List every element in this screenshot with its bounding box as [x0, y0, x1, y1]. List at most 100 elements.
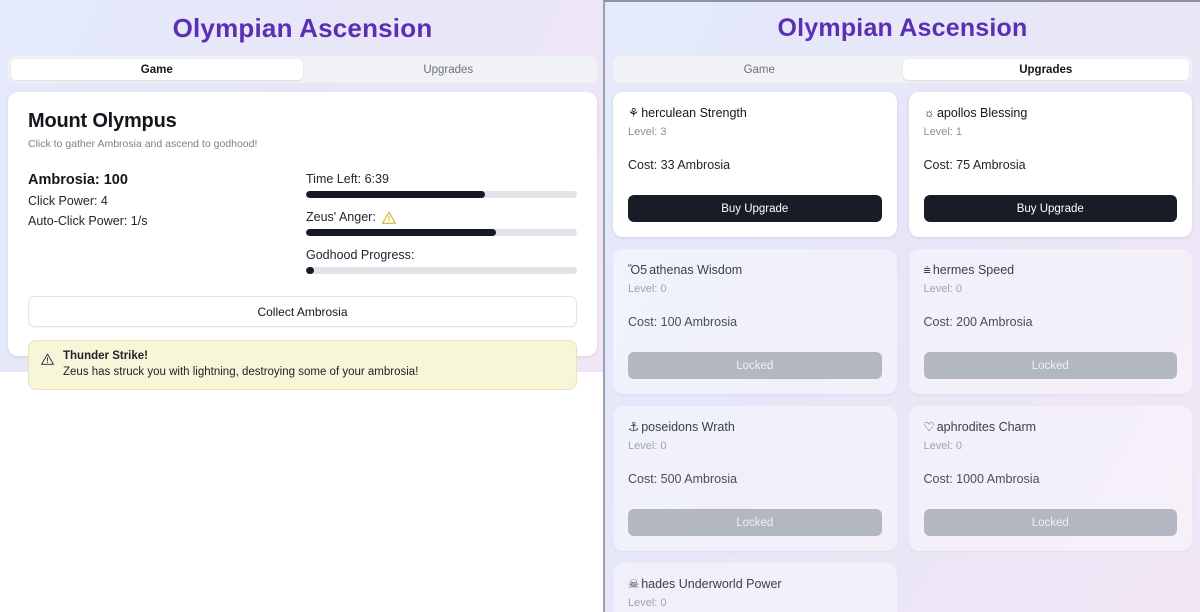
- click-power-stat: Click Power: 4: [28, 194, 108, 208]
- upgrade-name-row: ⚘ herculean Strength: [628, 106, 882, 120]
- upgrade-cost: Cost: 33 Ambrosia: [628, 158, 731, 172]
- upgrade-card: ⩧ hermes Speed Level: 0 Cost: 200 Ambrosia L…: [908, 249, 1192, 394]
- upgrade-name-label: apollos Blessing: [936, 106, 1028, 120]
- collect-ambrosia-label: Collect Ambrosia: [257, 304, 348, 319]
- right-pane-top-border: [605, 0, 1200, 2]
- buy-upgrade-button[interactable]: Buy Upgrade: [923, 195, 1177, 222]
- ambrosia-stat: Ambrosia: 100: [28, 172, 128, 188]
- upgrade-name-label: hades Underworld Power: [641, 577, 782, 591]
- upgrade-level: Level: 0: [923, 283, 963, 295]
- upgrade-name-row: ☼ apollos Blessing: [924, 106, 1178, 120]
- book-icon: Ὅ5: [628, 262, 648, 277]
- right-tab-bar: Game Upgrades: [613, 56, 1192, 83]
- tab-game[interactable]: Game: [11, 59, 303, 80]
- upgrade-name-row: ⚓ poseidons Wrath: [628, 420, 882, 434]
- upgrade-cost: Cost: 100 Ambrosia: [628, 315, 738, 329]
- left-viewport: Olympian Ascension Game Upgrades Mount O…: [0, 0, 605, 612]
- meter-zeus-anger-label: Zeus' Anger:: [306, 210, 577, 224]
- page-title: Olympian Ascension: [172, 13, 433, 43]
- trophy-icon: ⚘: [628, 105, 640, 120]
- upgrade-card: Ὅ5 athenas Wisdom Level: 0 Cost: 100 Ambros…: [613, 249, 897, 394]
- upgrade-level: Level: 0: [923, 440, 963, 452]
- meter-godhood-progress-bar: [306, 267, 577, 274]
- meter-zeus-anger-text: Zeus' Anger:: [306, 210, 376, 224]
- skull-icon: ☠: [628, 576, 640, 591]
- meter-zeus-anger: Zeus' Anger:: [306, 210, 577, 236]
- upgrade-level: Level: 0: [628, 440, 667, 452]
- alert-body: Zeus has struck you with lightning, dest…: [63, 366, 419, 378]
- upgrade-cost: Cost: 500 Ambrosia: [628, 472, 738, 486]
- meter-zeus-anger-bar: [306, 229, 577, 236]
- warning-triangle-icon: [381, 211, 396, 224]
- sun-icon: ☼: [923, 105, 935, 120]
- alert-title: Thunder Strike!: [63, 350, 148, 362]
- alert-text-group: Thunder Strike! Zeus has struck you with…: [63, 350, 418, 378]
- left-tab-bar: Game Upgrades: [8, 56, 597, 83]
- upgrade-card: ⚘ herculean Strength Level: 3 Cost: 33 Ambr…: [613, 92, 897, 237]
- upgrade-locked-button: Locked: [628, 509, 882, 536]
- auto-click-power-stat: Auto-Click Power: 1/s: [28, 214, 148, 228]
- upgrade-button-label: Buy Upgrade: [1016, 202, 1084, 215]
- tab-game-label: Game: [140, 63, 173, 76]
- stats-column: Ambrosia: 100 Click Power: 4 Auto-Click …: [28, 172, 306, 274]
- meter-time-left-label: Time Left: 6:39: [306, 172, 389, 186]
- meter-time-left-bar: [306, 191, 577, 198]
- right-viewport: Olympian Ascension Game Upgrades ⚘ hercul…: [605, 0, 1200, 612]
- upgrade-name-row: Ὅ5 athenas Wisdom: [628, 263, 882, 277]
- card-subtitle: Click to gather Ambrosia and ascend to g…: [28, 138, 258, 150]
- tab-game-right[interactable]: Game: [616, 59, 903, 80]
- upgrade-name-row: ♡ aphrodites Charm: [924, 420, 1178, 434]
- warning-triangle-icon: [41, 350, 54, 378]
- heart-icon: ♡: [923, 419, 935, 434]
- tab-upgrades-right-label: Upgrades: [1019, 63, 1073, 76]
- upgrades-grid: ⚘ herculean Strength Level: 3 Cost: 33 Ambr…: [613, 92, 1192, 612]
- meter-godhood-progress: Godhood Progress:: [306, 248, 577, 274]
- upgrade-cost: Cost: 200 Ambrosia: [923, 315, 1033, 329]
- tab-upgrades-right[interactable]: Upgrades: [902, 59, 1189, 80]
- upgrade-cost: Cost: 1000 Ambrosia: [923, 472, 1040, 486]
- anchor-icon: ⚓: [628, 419, 640, 434]
- upgrade-level: Level: 0: [628, 597, 667, 609]
- upgrade-card: ☼ apollos Blessing Level: 1 Cost: 75 Ambros…: [908, 92, 1192, 237]
- upgrade-locked-button: Locked: [628, 352, 882, 379]
- meter-godhood-progress-label: Godhood Progress:: [306, 248, 415, 262]
- upgrade-card: ⚓ poseidons Wrath Level: 0 Cost: 500 Ambros…: [613, 406, 897, 551]
- upgrade-name-label: herculean Strength: [641, 106, 747, 120]
- left-app-background: Olympian Ascension Game Upgrades Mount O…: [0, 0, 605, 390]
- upgrade-button-label: Locked: [1031, 359, 1069, 372]
- upgrade-button-label: Locked: [736, 359, 774, 372]
- wind-icon: ⩧: [923, 262, 931, 277]
- upgrade-name-label: poseidons Wrath: [641, 420, 735, 434]
- upgrade-locked-button: Locked: [923, 352, 1177, 379]
- upgrade-card: ♡ aphrodites Charm Level: 0 Cost: 1000 Ambr…: [908, 406, 1192, 551]
- page-title-right: Olympian Ascension: [777, 14, 1028, 42]
- upgrade-name-label: aphrodites Charm: [936, 420, 1037, 434]
- pane-divider: [603, 0, 605, 612]
- meters-column: Time Left: 6:39 Zeus' Anger: Godhood Pro…: [306, 172, 577, 274]
- upgrade-level: Level: 1: [923, 126, 963, 138]
- upgrade-name-label: hermes Speed: [932, 263, 1015, 277]
- tab-upgrades[interactable]: Upgrades: [303, 59, 595, 80]
- upgrade-name-row: ☠ hades Underworld Power: [628, 577, 882, 591]
- upgrade-name-row: ⩧ hermes Speed: [924, 263, 1178, 277]
- card-title: Mount Olympus: [28, 110, 177, 132]
- upgrade-button-label: Locked: [1031, 516, 1069, 529]
- stats-row: Ambrosia: 100 Click Power: 4 Auto-Click …: [28, 172, 577, 274]
- game-card: Mount Olympus Click to gather Ambrosia a…: [8, 92, 597, 390]
- upgrade-level: Level: 0: [628, 283, 667, 295]
- tab-upgrades-label: Upgrades: [423, 63, 474, 76]
- collect-ambrosia-button[interactable]: Collect Ambrosia: [28, 296, 577, 327]
- thunder-strike-alert: Thunder Strike! Zeus has struck you with…: [28, 340, 577, 390]
- upgrade-name-label: athenas Wisdom: [649, 263, 743, 277]
- meter-time-left: Time Left: 6:39: [306, 172, 577, 198]
- right-app-background: Olympian Ascension Game Upgrades ⚘ hercul…: [605, 0, 1200, 612]
- tab-game-right-label: Game: [743, 63, 775, 76]
- upgrade-level: Level: 3: [628, 126, 667, 138]
- upgrade-button-label: Locked: [736, 516, 774, 529]
- upgrade-locked-button: Locked: [923, 509, 1177, 536]
- buy-upgrade-button[interactable]: Buy Upgrade: [628, 195, 882, 222]
- upgrade-card: ☠ hades Underworld Power Level: 0: [613, 563, 897, 612]
- upgrade-cost: Cost: 75 Ambrosia: [923, 158, 1026, 172]
- app-screen: Olympian Ascension Game Upgrades Mount O…: [0, 0, 1200, 612]
- upgrade-button-label: Buy Upgrade: [721, 202, 789, 215]
